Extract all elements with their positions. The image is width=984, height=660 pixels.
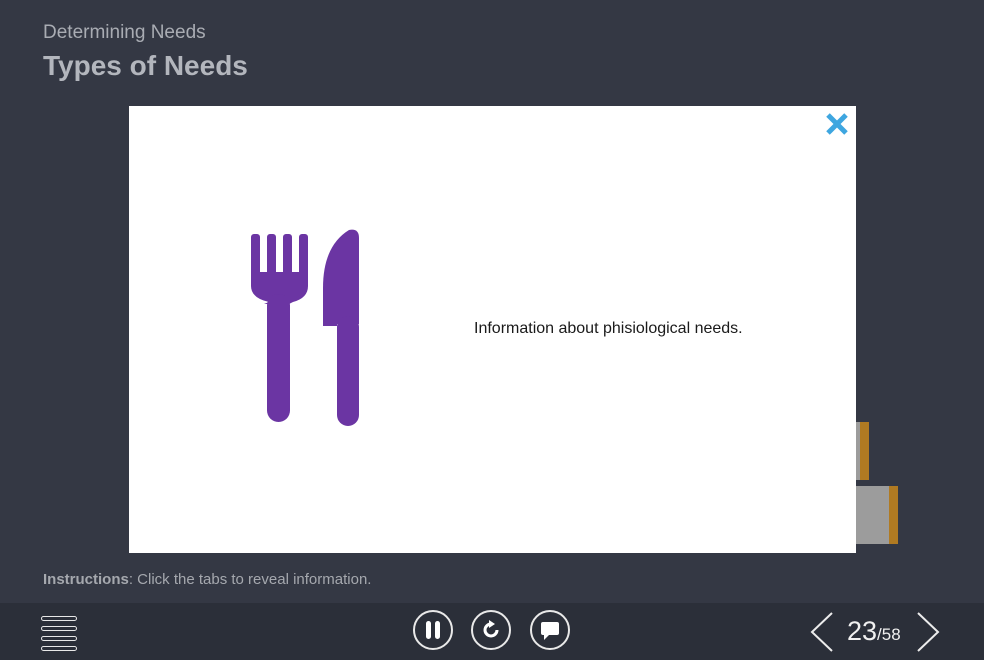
replay-button[interactable] <box>471 610 511 650</box>
chat-button[interactable] <box>530 610 570 650</box>
tab-edge <box>889 486 898 544</box>
page-counter: 23/58 <box>847 616 901 647</box>
pause-icon <box>426 621 440 639</box>
info-modal: Information about phisiological needs. <box>129 106 856 553</box>
slide-title: Types of Needs <box>43 50 248 81</box>
menu-line <box>41 646 77 651</box>
instructions-label: Instructions <box>43 571 129 588</box>
tab-partial-2[interactable] <box>850 486 898 544</box>
slide-subtitle: Determining Needs <box>43 22 206 43</box>
replay-icon <box>483 620 499 638</box>
slide-area: Determining Needs Types of Needs Instruc… <box>0 0 984 603</box>
menu-line <box>41 616 77 621</box>
instructions: Instructions: Click the tabs to reveal i… <box>43 571 371 588</box>
fork-knife-icon <box>249 228 361 428</box>
menu-icon[interactable] <box>41 616 79 651</box>
next-arrow-icon[interactable] <box>915 611 941 658</box>
page-current: 23 <box>847 616 878 646</box>
player-controls-bar: 23/58 <box>0 603 984 660</box>
pause-button[interactable] <box>413 610 453 650</box>
chat-icon <box>541 622 559 640</box>
page-total: 58 <box>881 625 901 644</box>
menu-line <box>41 636 77 641</box>
modal-info-text: Information about phisiological needs. <box>474 320 743 337</box>
close-icon[interactable] <box>824 111 850 137</box>
menu-line <box>41 626 77 631</box>
tab-edge <box>860 422 869 480</box>
instructions-text: : Click the tabs to reveal information. <box>128 571 372 588</box>
prev-arrow-icon[interactable] <box>809 611 835 658</box>
